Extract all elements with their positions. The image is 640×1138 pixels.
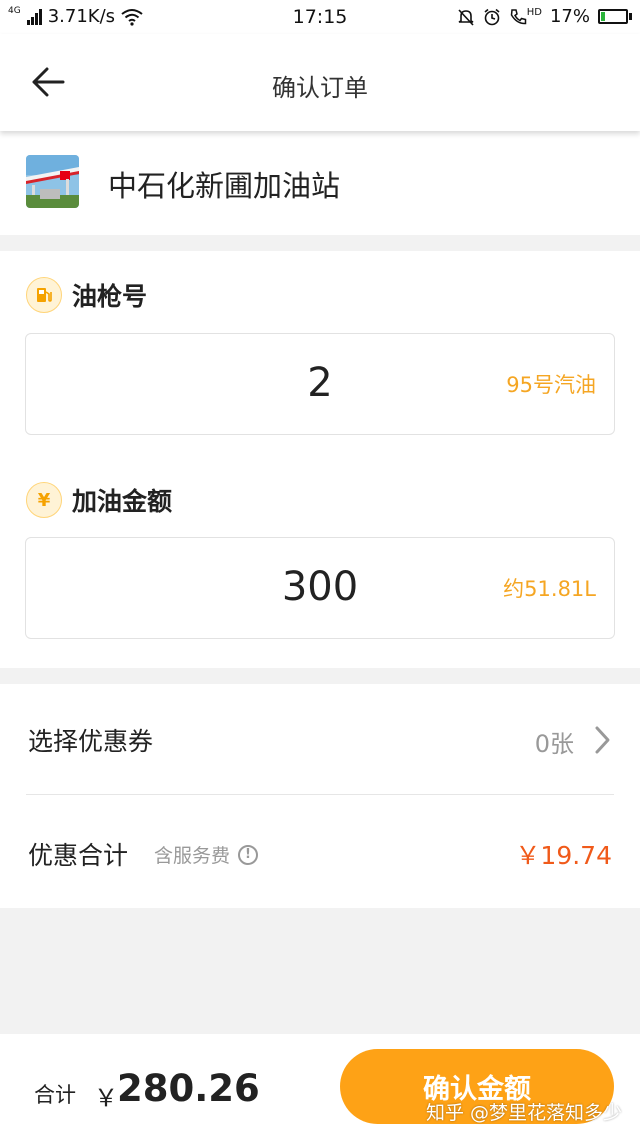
watermark: 知乎 @梦里花落知多少 — [425, 1102, 622, 1124]
divider — [26, 794, 614, 795]
amount-section-title: ¥ 加油金额 — [26, 482, 172, 518]
yuan-icon: ¥ — [26, 482, 62, 518]
chevron-right-icon — [595, 726, 610, 754]
total-currency: ￥ — [94, 1084, 118, 1112]
bottom-bar: 合计 ￥ 280.26 确认金额 知乎 @梦里花落知多少 — [0, 1034, 640, 1138]
hd-call-icon: HD — [509, 6, 542, 26]
service-fee-text: 含服务费 — [154, 845, 231, 867]
pump-section-label: 油枪号 — [72, 282, 148, 311]
alarm-icon — [484, 8, 500, 25]
total-amount: 280.26 — [117, 1067, 260, 1110]
station-thumbnail — [26, 155, 79, 208]
amount-section-label: 加油金额 — [72, 487, 173, 516]
amount-input[interactable]: 300 约51.81L — [25, 537, 615, 639]
service-fee-note: 含服务费 ! — [154, 841, 259, 868]
hd-label: HD — [526, 6, 542, 18]
discount-value: ￥19.74 — [515, 841, 612, 870]
station-name: 中石化新圃加油站 — [108, 169, 341, 203]
coupon-section: 选择优惠券 0张 优惠合计 含服务费 ! ￥19.74 — [0, 684, 640, 908]
battery-icon — [598, 9, 632, 24]
mute-bell-icon — [458, 8, 474, 26]
status-bar: 4G 3.71K/s 17:15 HD 17% — [0, 0, 640, 34]
info-icon[interactable]: ! — [238, 844, 259, 865]
fuel-pump-icon — [26, 277, 62, 313]
total-label: 合计 — [34, 1083, 76, 1107]
discount-label: 优惠合计 — [28, 841, 129, 870]
page-title: 确认订单 — [272, 74, 368, 102]
station-header: 中石化新圃加油站 — [0, 131, 640, 235]
coupon-row[interactable]: 选择优惠券 0张 — [0, 684, 640, 794]
liters-estimate: 约51.81L — [503, 577, 596, 601]
coupon-count: 0张 — [534, 730, 574, 758]
pump-number-input[interactable]: 2 95号汽油 — [25, 333, 615, 435]
fuel-form: 油枪号 2 95号汽油 ¥ 加油金额 300 约51.81L — [0, 251, 640, 668]
fuel-type-label: 95号汽油 — [506, 373, 596, 397]
status-right: HD 17% — [457, 6, 632, 27]
battery-percent: 17% — [549, 6, 590, 27]
pump-section-title: 油枪号 — [26, 277, 147, 313]
coupon-label: 选择优惠券 — [28, 727, 154, 756]
nav-bar: 确认订单 — [0, 34, 640, 131]
